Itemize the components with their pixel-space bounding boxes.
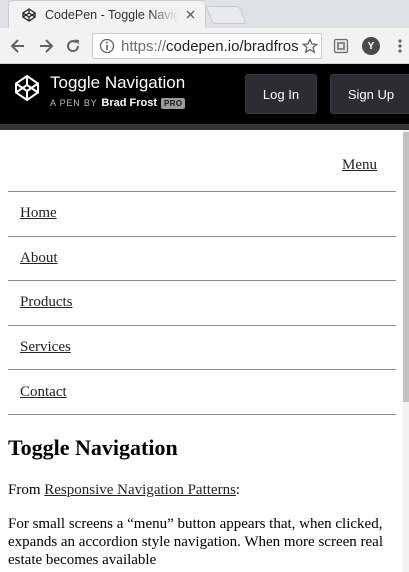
scrollbar-thumb[interactable] [403,132,409,402]
reload-button[interactable] [61,34,85,58]
browser-toolbar: https://codepen.io/bradfrost Y [0,28,409,64]
url-path: codepen.io/bradfrost [166,37,299,55]
login-button[interactable]: Log In [245,74,317,114]
browser-tab-strip: CodePen - Toggle Navigation [0,0,409,28]
bookmark-star-icon[interactable] [299,35,321,57]
reload-icon [67,39,80,53]
browser-menu-button[interactable] [390,36,409,56]
url-text: https://codepen.io/bradfrost [121,38,299,55]
nav-item-home[interactable]: Home [8,192,396,237]
codepen-header: Toggle Navigation A PEN BY Brad Frost PR… [0,64,409,130]
forward-button[interactable] [34,34,58,58]
description-paragraph: For small screens a “menu” button appear… [8,516,383,568]
from-text: From [8,482,45,498]
nav-link[interactable]: About [20,250,58,267]
extension-button[interactable] [331,36,351,56]
browser-tab[interactable]: CodePen - Toggle Navigation [8,0,206,28]
new-tab-button[interactable] [205,6,247,24]
pro-badge: PRO [161,97,186,109]
source-link[interactable]: Responsive Navigation Patterns [44,482,236,498]
nav-link[interactable]: Home [20,205,57,222]
site-info-icon[interactable] [97,36,117,56]
nav-link[interactable]: Products [20,294,73,311]
tab-title: CodePen - Toggle Navigation [45,7,179,22]
url-protocol: https:// [121,37,167,55]
extension-icon [333,38,349,54]
pen-preview: Menu Home About Products Services Contac… [0,130,405,572]
kebab-menu-icon [398,39,402,53]
address-bar[interactable]: https://codepen.io/bradfrost [92,33,322,59]
source-paragraph: From Responsive Navigation Patterns: [8,482,240,499]
byline-prefix: A PEN BY [50,98,98,108]
back-arrow-icon [10,39,24,53]
profile-button[interactable]: Y [361,36,381,56]
nav-link[interactable]: Contact [20,384,67,401]
codepen-logo-icon[interactable] [13,74,41,102]
nav-item-services[interactable]: Services [8,326,396,371]
author-link[interactable]: Brad Frost [101,97,157,109]
page-heading: Toggle Navigation [8,435,178,460]
from-suffix: : [235,482,241,498]
nav-item-products[interactable]: Products [8,281,396,326]
close-tab-icon[interactable] [183,8,197,22]
pen-byline: A PEN BY Brad Frost PRO [50,97,186,109]
back-button[interactable] [6,34,30,58]
profile-avatar: Y [362,37,380,55]
signup-button[interactable]: Sign Up [330,74,409,114]
accordion-nav: Home About Products Services Contact [8,191,396,415]
menu-toggle-link[interactable]: Menu [342,157,377,174]
nav-item-about[interactable]: About [8,237,396,282]
scrollbar[interactable] [403,130,409,572]
pen-title: Toggle Navigation [50,73,186,92]
nav-link[interactable]: Services [20,339,71,356]
forward-arrow-icon [40,39,54,53]
codepen-favicon-icon [21,7,37,23]
nav-item-contact[interactable]: Contact [8,370,396,415]
